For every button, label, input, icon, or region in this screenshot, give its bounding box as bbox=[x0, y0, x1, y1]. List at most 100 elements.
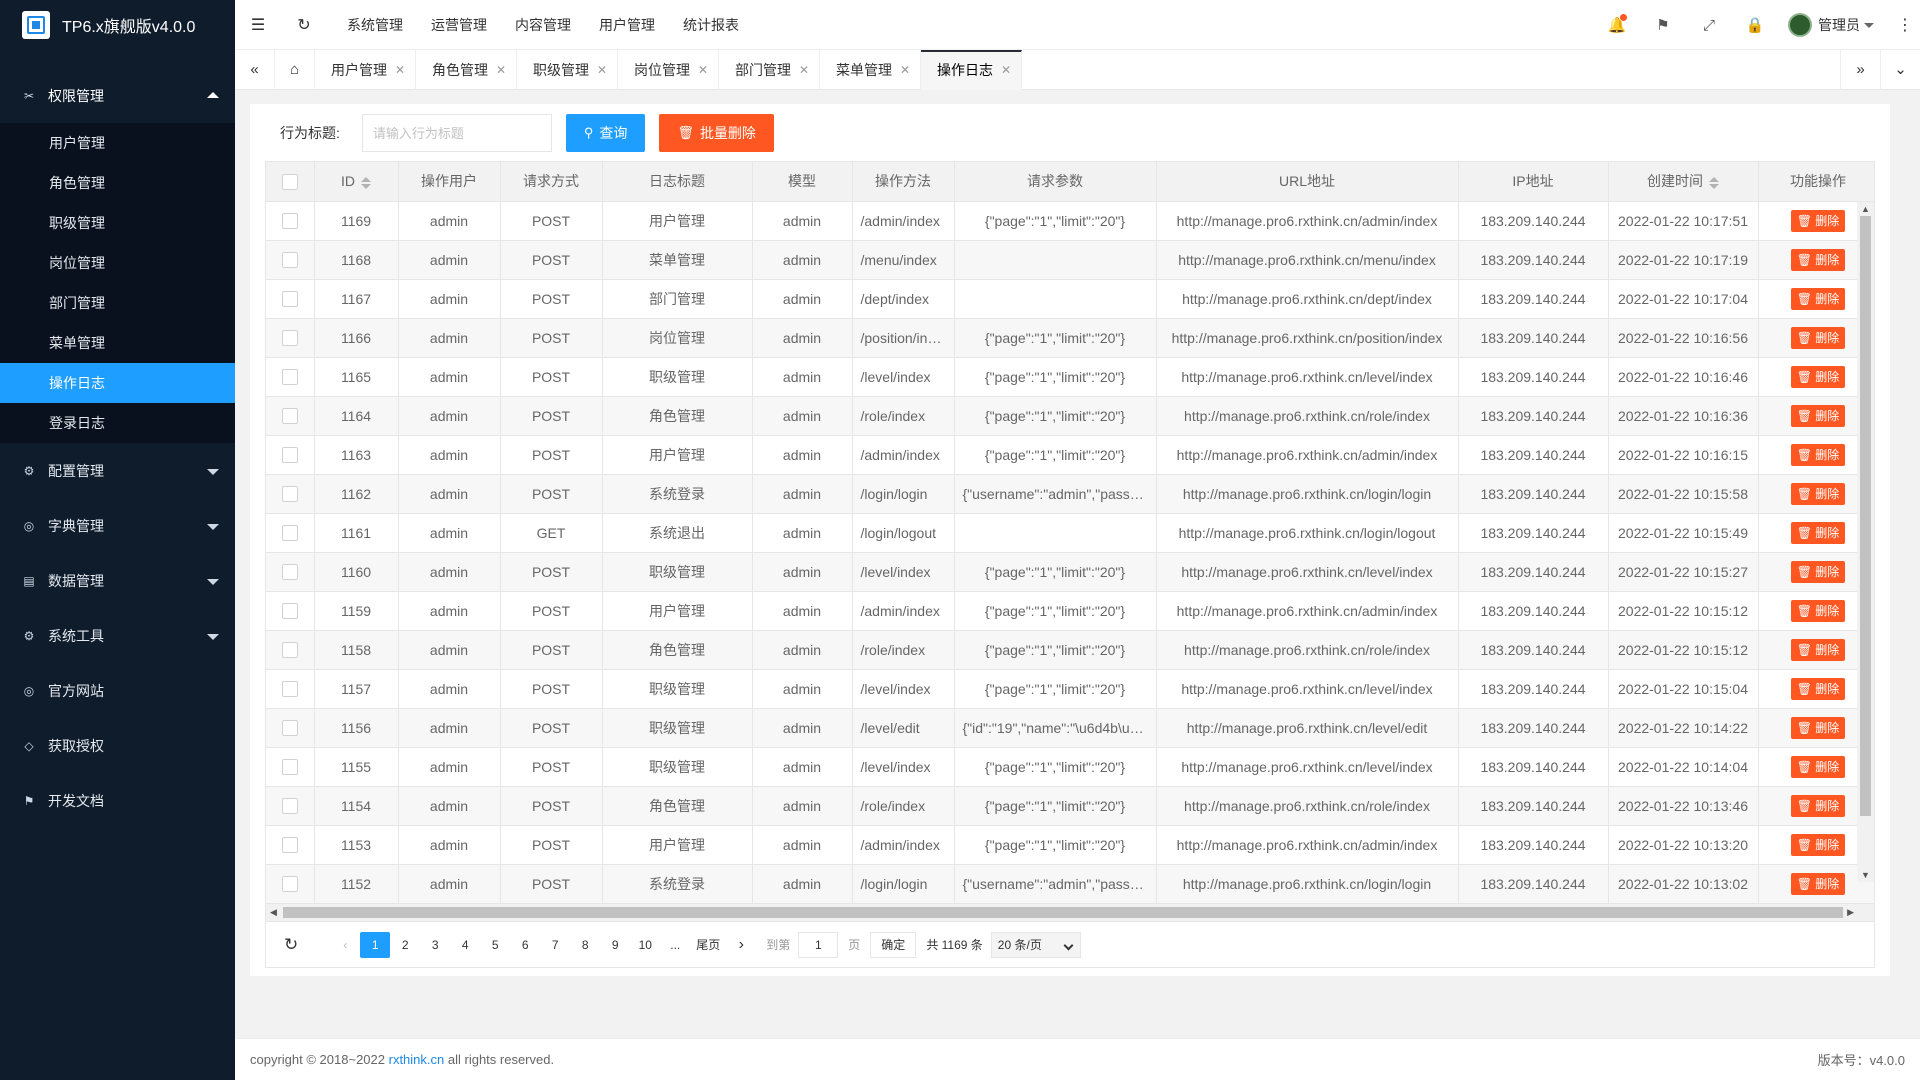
scroll-left-icon[interactable]: ◀ bbox=[270, 904, 277, 921]
row-delete-button[interactable]: 🗑 删除 bbox=[1790, 443, 1846, 466]
vertical-scroll-thumb[interactable] bbox=[1860, 216, 1871, 816]
home-icon[interactable]: ⌂ bbox=[275, 50, 315, 90]
refresh-icon[interactable]: ↻ bbox=[281, 15, 327, 35]
sidebar-group-1[interactable]: ⚙ 配置管理 bbox=[0, 443, 235, 498]
top-nav-item[interactable]: 统计报表 bbox=[669, 15, 753, 35]
row-checkbox[interactable] bbox=[281, 213, 298, 230]
top-nav-item[interactable]: 运营管理 bbox=[417, 15, 501, 35]
row-delete-button[interactable]: 🗑 删除 bbox=[1790, 287, 1846, 310]
page-tab[interactable]: 职级管理 ✕ bbox=[517, 50, 618, 90]
row-delete-button[interactable]: 🗑 删除 bbox=[1790, 404, 1846, 427]
row-checkbox[interactable] bbox=[281, 525, 298, 542]
more-vertical-icon[interactable]: ⋮ bbox=[1890, 15, 1920, 35]
sort-icon[interactable] bbox=[361, 176, 371, 189]
close-icon[interactable]: ✕ bbox=[698, 50, 708, 90]
sidebar-item[interactable]: 操作日志 bbox=[0, 363, 235, 403]
row-delete-button[interactable]: 🗑 删除 bbox=[1790, 560, 1846, 583]
scroll-up-icon[interactable]: ▲ bbox=[1857, 204, 1874, 214]
page-tab[interactable]: 岗位管理 ✕ bbox=[618, 50, 719, 90]
sidebar-item[interactable]: 菜单管理 bbox=[0, 323, 235, 363]
row-delete-button[interactable]: 🗑 删除 bbox=[1790, 326, 1846, 349]
sidebar-item[interactable]: 职级管理 bbox=[0, 203, 235, 243]
row-checkbox[interactable] bbox=[281, 486, 298, 503]
row-delete-button[interactable]: 🗑 删除 bbox=[1790, 209, 1846, 232]
row-checkbox[interactable] bbox=[281, 408, 298, 425]
logo[interactable]: TP6.x旗舰版v4.0.0 bbox=[0, 0, 235, 50]
page-number[interactable]: 1 bbox=[360, 931, 391, 958]
page-tab[interactable]: 角色管理 ✕ bbox=[416, 50, 517, 90]
scroll-down-icon[interactable]: ▼ bbox=[1857, 870, 1874, 880]
top-nav-item[interactable]: 系统管理 bbox=[333, 15, 417, 35]
page-number[interactable]: 7 bbox=[540, 932, 570, 958]
page-tab[interactable]: 菜单管理 ✕ bbox=[820, 50, 921, 90]
sidebar-group-7[interactable]: ⚑ 开发文档 bbox=[0, 773, 235, 828]
goto-page-input[interactable]: 1 bbox=[798, 931, 839, 958]
sidebar-item[interactable]: 登录日志 bbox=[0, 403, 235, 443]
close-icon[interactable]: ✕ bbox=[900, 50, 910, 90]
row-checkbox[interactable] bbox=[281, 564, 298, 581]
row-delete-button[interactable]: 🗑 删除 bbox=[1790, 755, 1846, 778]
page-number[interactable]: 9 bbox=[600, 932, 630, 958]
tabs-scroll-right-icon[interactable]: » bbox=[1840, 50, 1880, 90]
row-checkbox[interactable] bbox=[281, 798, 298, 815]
close-icon[interactable]: ✕ bbox=[597, 50, 607, 90]
sidebar-group-0[interactable]: ✂ 权限管理 bbox=[0, 68, 235, 123]
sidebar-item[interactable]: 部门管理 bbox=[0, 283, 235, 323]
row-delete-button[interactable]: 🗑 删除 bbox=[1790, 482, 1846, 505]
tabs-scroll-left-icon[interactable]: « bbox=[235, 50, 275, 90]
top-nav-item[interactable]: 内容管理 bbox=[501, 15, 585, 35]
sidebar-group-2[interactable]: ◎ 字典管理 bbox=[0, 498, 235, 553]
row-checkbox[interactable] bbox=[281, 291, 298, 308]
sort-desc-icon[interactable] bbox=[1709, 183, 1719, 189]
sidebar-group-5[interactable]: ◎ 官方网站 bbox=[0, 663, 235, 718]
row-delete-button[interactable]: 🗑 删除 bbox=[1790, 638, 1846, 661]
page-tab[interactable]: 部门管理 ✕ bbox=[719, 50, 820, 90]
table-refresh-icon[interactable]: ↻ bbox=[284, 935, 298, 955]
page-number[interactable]: 10 bbox=[630, 932, 660, 958]
row-checkbox[interactable] bbox=[281, 759, 298, 776]
page-size-select[interactable]: 20 条/页 bbox=[990, 931, 1081, 958]
sort-icon[interactable] bbox=[1709, 176, 1719, 189]
goto-confirm-button[interactable]: 确定 bbox=[870, 931, 917, 958]
menu-collapse-icon[interactable]: ☰ bbox=[235, 15, 281, 35]
close-icon[interactable]: ✕ bbox=[1001, 52, 1011, 88]
tag-icon[interactable]: ⚑ bbox=[1640, 16, 1686, 34]
row-delete-button[interactable]: 🗑 删除 bbox=[1790, 248, 1846, 271]
sort-asc-icon[interactable] bbox=[1709, 176, 1719, 182]
query-button[interactable]: ⚲ 查询 bbox=[565, 114, 646, 152]
sort-asc-icon[interactable] bbox=[361, 176, 371, 182]
user-menu[interactable]: 管理员 bbox=[1778, 13, 1890, 37]
top-nav-item[interactable]: 用户管理 bbox=[585, 15, 669, 35]
row-delete-button[interactable]: 🗑 删除 bbox=[1790, 833, 1846, 856]
row-delete-button[interactable]: 🗑 删除 bbox=[1790, 872, 1846, 895]
lock-icon[interactable]: 🔒 bbox=[1732, 16, 1778, 34]
row-checkbox[interactable] bbox=[281, 330, 298, 347]
row-delete-button[interactable]: 🗑 删除 bbox=[1790, 716, 1846, 739]
sort-desc-icon[interactable] bbox=[361, 183, 371, 189]
title-search-input[interactable] bbox=[361, 114, 552, 152]
row-checkbox[interactable] bbox=[281, 681, 298, 698]
row-checkbox[interactable] bbox=[281, 369, 298, 386]
sidebar-item[interactable]: 角色管理 bbox=[0, 163, 235, 203]
select-all-checkbox[interactable] bbox=[281, 173, 298, 190]
prev-page-icon[interactable]: ‹ bbox=[330, 932, 360, 958]
row-delete-button[interactable]: 🗑 删除 bbox=[1790, 599, 1846, 622]
row-checkbox[interactable] bbox=[281, 720, 298, 737]
close-icon[interactable]: ✕ bbox=[799, 50, 809, 90]
row-delete-button[interactable]: 🗑 删除 bbox=[1790, 677, 1846, 700]
page-number[interactable]: 8 bbox=[570, 932, 600, 958]
column-header[interactable]: ID bbox=[314, 162, 399, 202]
vertical-scrollbar[interactable]: ▲ ▼ bbox=[1857, 202, 1874, 882]
row-checkbox[interactable] bbox=[281, 837, 298, 854]
batch-delete-button[interactable]: 🗑 批量删除 bbox=[659, 114, 774, 152]
row-checkbox[interactable] bbox=[281, 642, 298, 659]
page-number[interactable]: 5 bbox=[480, 932, 510, 958]
row-checkbox[interactable] bbox=[281, 876, 298, 893]
row-checkbox[interactable] bbox=[281, 603, 298, 620]
fullscreen-icon[interactable]: ⤢ bbox=[1686, 17, 1732, 34]
page-number[interactable]: 6 bbox=[510, 932, 540, 958]
page-tab[interactable]: 用户管理 ✕ bbox=[315, 50, 416, 90]
tabs-dropdown-icon[interactable]: ⌄ bbox=[1880, 50, 1920, 90]
row-checkbox[interactable] bbox=[281, 447, 298, 464]
page-tab[interactable]: 操作日志 ✕ bbox=[921, 50, 1022, 90]
